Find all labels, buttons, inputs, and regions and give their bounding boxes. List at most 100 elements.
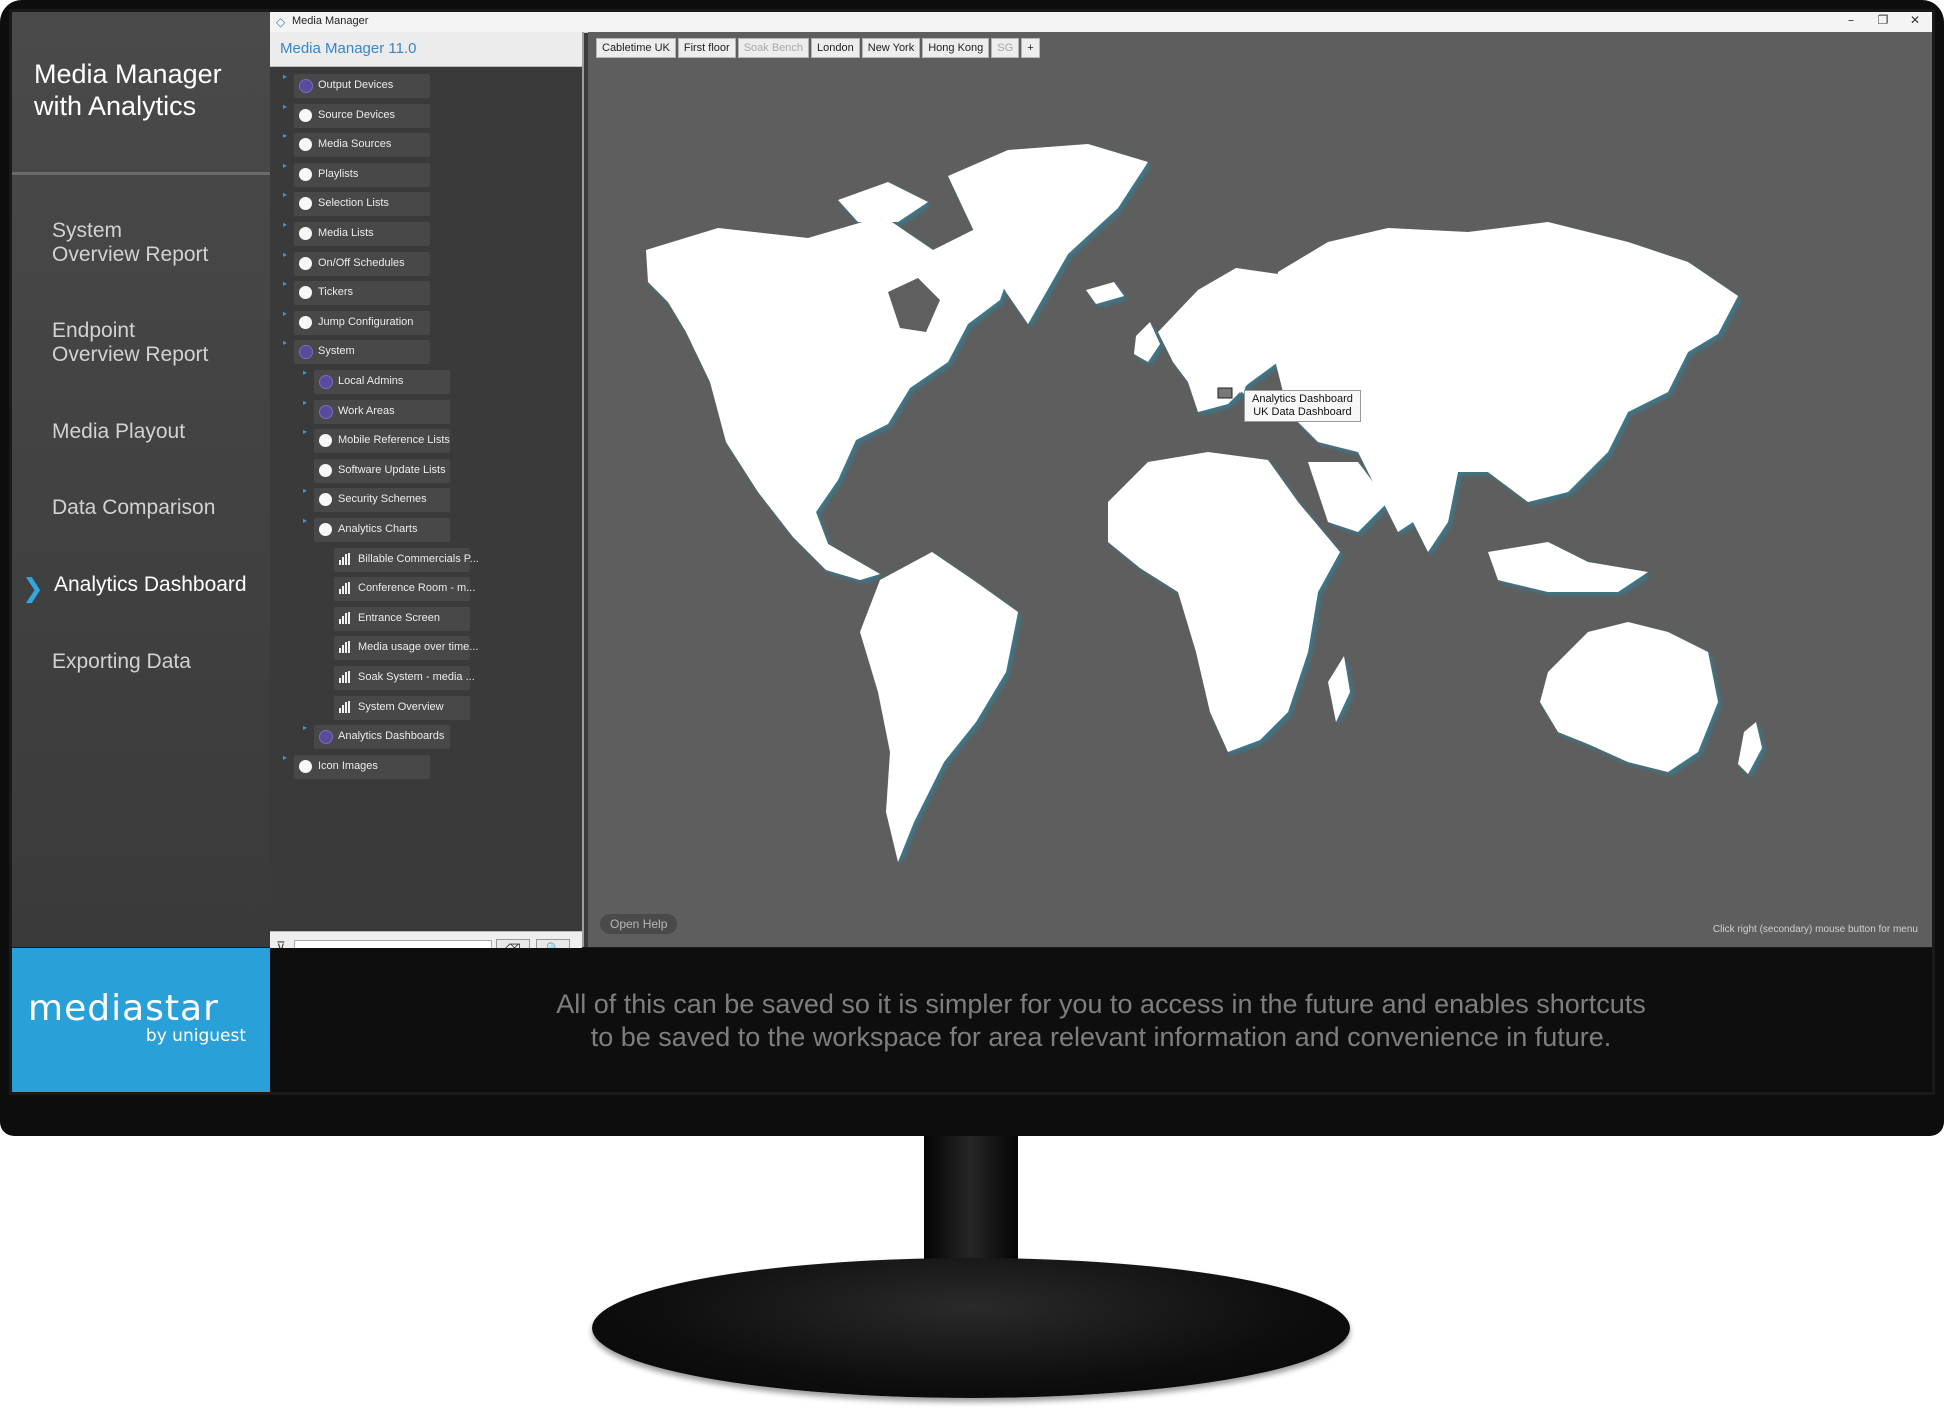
tree-header: Media Manager 11.0	[270, 32, 582, 67]
expand-arrow-icon[interactable]: ▸	[283, 309, 287, 318]
tab-soak-bench[interactable]: Soak Bench	[737, 38, 810, 58]
expand-arrow-icon[interactable]: ▸	[303, 723, 307, 732]
expand-arrow-icon[interactable]: ▸	[283, 190, 287, 199]
add-tab-button[interactable]: +	[1021, 38, 1040, 58]
tree-node-label: Source Devices	[318, 108, 396, 121]
tree-node[interactable]: Media Sources	[294, 133, 430, 158]
tree-node[interactable]: Billable Commercials P...	[334, 547, 479, 572]
expand-arrow-icon[interactable]: ▸	[283, 72, 287, 81]
media-manager-window: ◇ Media Manager – ❐ ✕ Media Manager 11.0…	[270, 12, 1932, 964]
brand-logo: mediastar by uniguest	[12, 948, 270, 1092]
island-iceland	[1086, 282, 1124, 304]
tree-node[interactable]: Media Lists	[294, 222, 430, 246]
tree-node-label: Selection Lists	[318, 197, 389, 210]
monitor-base	[592, 1258, 1350, 1398]
folder-node-icon	[299, 79, 313, 93]
brand-tagline: by uniguest	[145, 1026, 246, 1046]
expand-arrow-icon[interactable]: ▸	[303, 398, 307, 407]
tree-node[interactable]: Analytics Charts	[314, 518, 450, 542]
expand-arrow-icon[interactable]: ▸	[283, 250, 287, 259]
tree-node[interactable]: Media usage over time...	[334, 636, 478, 661]
tree-node[interactable]: Work Areas	[314, 399, 450, 424]
presentation-title: Media Manager with Analytics	[34, 59, 222, 121]
folder-node-icon	[319, 375, 333, 389]
restore-button[interactable]: ❐	[1868, 13, 1898, 27]
tree-node[interactable]: On/Off Schedules	[294, 251, 430, 276]
expand-arrow-icon[interactable]: ▸	[283, 220, 287, 229]
node-circle-icon	[299, 227, 312, 240]
tree-node-label: Jump Configuration	[318, 315, 414, 328]
tree-node-label: Entrance Screen	[358, 611, 440, 624]
tree-node-label: Media usage over time...	[358, 641, 479, 654]
tree-node[interactable]: Analytics Dashboards	[314, 725, 450, 750]
node-circle-icon	[319, 434, 332, 448]
island-new-zealand	[1738, 722, 1762, 774]
minimize-button[interactable]: –	[1836, 13, 1866, 27]
nav-item-system-overview-report[interactable]: System Overview Report	[52, 219, 262, 267]
folder-node-icon	[319, 404, 333, 419]
tree-node-label: Software Update Lists	[338, 463, 446, 476]
nav-item-endpoint-overview-report[interactable]: Endpoint Overview Report	[52, 319, 262, 367]
tree-node-label: Billable Commercials P...	[358, 552, 479, 565]
map-area[interactable]: Cabletime UK First floor Soak Bench Lond…	[588, 32, 1932, 947]
window-title: Media Manager	[292, 15, 369, 27]
expand-arrow-icon[interactable]: ▸	[283, 102, 287, 111]
tree-node[interactable]: System Overview	[334, 695, 470, 720]
nav-item-exporting-data[interactable]: Exporting Data	[52, 650, 262, 674]
tree-node-label: Playlists	[318, 167, 359, 180]
close-button[interactable]: ✕	[1900, 13, 1930, 27]
nav-item-data-comparison[interactable]: Data Comparison	[52, 496, 262, 520]
tree-node[interactable]: Playlists	[294, 162, 430, 187]
presentation-sidebar: Media Manager with Analytics System Over…	[12, 12, 270, 947]
tab-new-york[interactable]: New York	[861, 38, 921, 58]
continent-north-america	[646, 216, 1018, 580]
tree-node[interactable]: Security Schemes	[314, 488, 450, 513]
tree-node[interactable]: System	[294, 340, 430, 365]
expand-arrow-icon[interactable]: ▸	[303, 486, 307, 495]
tree-node[interactable]: Output Devices	[294, 74, 430, 98]
nav-item-analytics-dashboard[interactable]: Analytics Dashboard	[54, 573, 264, 597]
tree-node-label: System Overview	[358, 700, 444, 713]
expand-arrow-icon[interactable]: ▸	[283, 161, 287, 170]
island-madagascar	[1328, 656, 1350, 722]
expand-arrow-icon[interactable]: ▸	[303, 516, 307, 525]
tab-sg[interactable]: SG	[991, 38, 1020, 58]
expand-arrow-icon[interactable]: ▸	[303, 427, 307, 436]
tooltip-line-2: UK Data Dashboard	[1253, 406, 1352, 418]
open-help-button[interactable]: Open Help	[600, 914, 678, 934]
tree-node[interactable]: Icon Images	[294, 754, 430, 779]
chart-icon	[339, 671, 351, 683]
tree-node[interactable]: Local Admins	[314, 370, 450, 394]
expand-arrow-icon[interactable]: ▸	[303, 368, 307, 377]
tree-node[interactable]: Tickers	[294, 281, 430, 306]
tab-cabletime-uk[interactable]: Cabletime UK	[596, 38, 676, 58]
expand-arrow-icon[interactable]: ▸	[283, 753, 287, 762]
workspace-tabs: Cabletime UK First floor Soak Bench Lond…	[596, 38, 1042, 58]
folder-node-icon	[319, 730, 333, 745]
tree-node[interactable]: Selection Lists	[294, 192, 430, 217]
node-circle-icon	[319, 523, 332, 536]
tree-node[interactable]: Jump Configuration	[294, 310, 430, 335]
tree-node[interactable]: Conference Room - m...	[334, 577, 475, 602]
tree-node[interactable]: Source Devices	[294, 103, 430, 128]
nav-item-media-playout[interactable]: Media Playout	[52, 420, 262, 444]
expand-arrow-icon[interactable]: ▸	[283, 338, 287, 347]
india	[1408, 472, 1458, 552]
node-circle-icon	[299, 108, 312, 122]
node-circle-icon	[299, 167, 312, 181]
tab-first-floor[interactable]: First floor	[677, 38, 736, 58]
tree-node-label: Analytics Dashboards	[338, 730, 445, 743]
tree-node[interactable]: Mobile Reference Lists	[314, 429, 450, 454]
tab-hong-kong[interactable]: Hong Kong	[922, 38, 990, 58]
map-tooltip[interactable]: Analytics Dashboard UK Data Dashboard	[1244, 390, 1361, 422]
expand-arrow-icon[interactable]: ▸	[283, 279, 287, 288]
tree-panel: Media Manager 11.0 Output Devices ▸ Source…	[270, 32, 584, 964]
chart-icon	[339, 641, 351, 654]
tree-node[interactable]: Software Update Lists	[314, 458, 450, 483]
tree-node[interactable]: Entrance Screen	[334, 606, 470, 631]
tooltip-line-1: Analytics Dashboard	[1252, 393, 1353, 405]
tab-london[interactable]: London	[811, 38, 860, 58]
tree-node[interactable]: Soak System - media ...	[334, 666, 475, 690]
tree-node-label: Security Schemes	[338, 493, 427, 506]
expand-arrow-icon[interactable]: ▸	[283, 131, 287, 140]
